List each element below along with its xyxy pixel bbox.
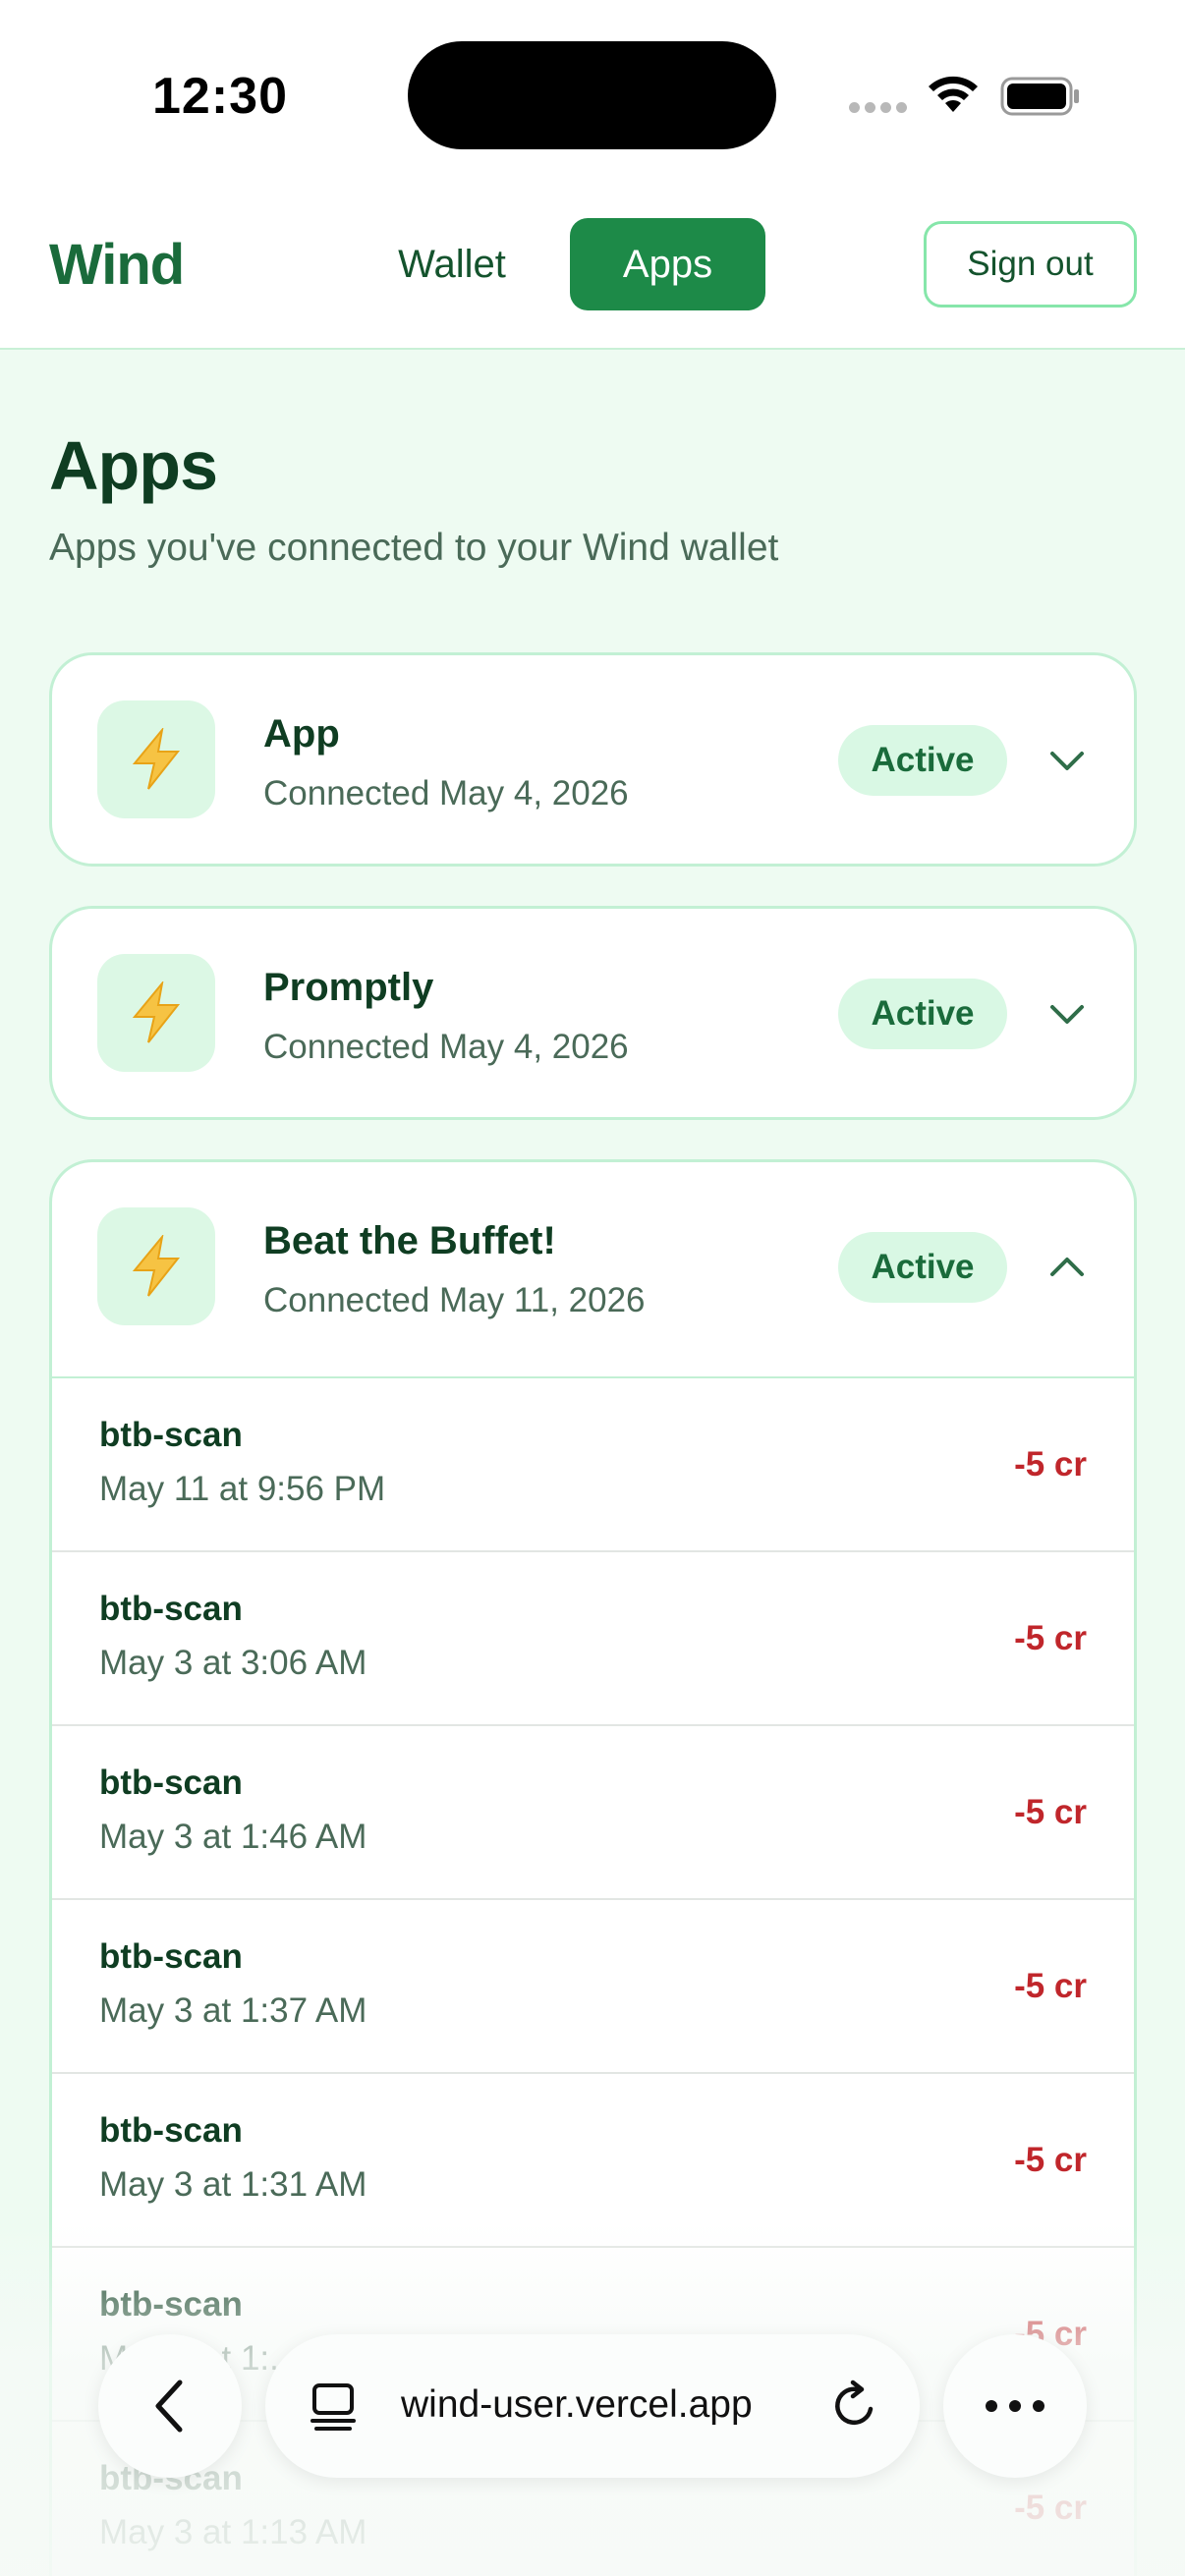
battery-icon <box>1000 77 1079 116</box>
usage-amount: -5 cr <box>1014 2141 1087 2179</box>
app-connected-date: Connected May 4, 2026 <box>263 774 629 812</box>
usage-time: May 3 at 1:31 AM <box>99 2165 367 2204</box>
usage-row: btb-scan May 3 at 1:37 AM -5 cr <box>52 1900 1134 2074</box>
chevron-down-icon <box>1050 752 1084 770</box>
app-name: Promptly <box>263 966 434 1009</box>
usage-amount: -5 cr <box>1014 2489 1087 2527</box>
app-icon <box>97 954 215 1072</box>
lightning-icon <box>132 1235 181 1297</box>
lightning-icon <box>132 728 181 790</box>
app-connected-date: Connected May 11, 2026 <box>263 1281 646 1319</box>
usage-name: btb-scan <box>99 2111 243 2150</box>
status-time: 12:30 <box>152 68 288 125</box>
expand-toggle[interactable] <box>1043 989 1092 1038</box>
usage-row: btb-scan May 11 at 9:56 PM -5 cr <box>52 1378 1134 1552</box>
usage-time: May 3 at 1:13 AM <box>99 2513 367 2551</box>
app-name: App <box>263 712 340 756</box>
usage-time: May 3 at 1:46 AM <box>99 1818 367 1856</box>
usage-amount: -5 cr <box>1014 1619 1087 1657</box>
app-card-app[interactable]: App Connected May 4, 2026 Active <box>49 652 1137 867</box>
wifi-icon <box>929 76 978 112</box>
dynamic-island <box>408 41 776 149</box>
lightning-icon <box>132 981 181 1043</box>
reload-icon[interactable] <box>827 2380 880 2433</box>
page-subtitle: Apps you've connected to your Wind walle… <box>49 527 779 569</box>
chevron-down-icon <box>1050 1005 1084 1024</box>
chevron-left-icon <box>155 2380 183 2433</box>
app-name: Beat the Buffet! <box>263 1219 556 1262</box>
status-bar: 12:30 <box>0 0 1185 196</box>
browser-address-bar[interactable]: wind-user.vercel.app <box>265 2334 920 2478</box>
usage-name: btb-scan <box>99 1937 243 1976</box>
app-connected-date: Connected May 4, 2026 <box>263 1028 629 1066</box>
app-icon <box>97 1207 215 1325</box>
app-card-header[interactable]: Promptly Connected May 4, 2026 Active <box>52 909 1134 1123</box>
top-nav: Wind Wallet Apps Sign out <box>0 196 1185 350</box>
usage-row: btb-scan May 3 at 3:06 AM -5 cr <box>52 1552 1134 1726</box>
page-title: Apps <box>49 427 218 504</box>
more-horizontal-icon <box>986 2400 1044 2412</box>
brand-logo[interactable]: Wind <box>49 232 185 298</box>
usage-time: May 3 at 1:37 AM <box>99 1991 367 2030</box>
usage-amount: -5 cr <box>1014 1793 1087 1831</box>
usage-name: btb-scan <box>99 1416 243 1454</box>
usage-name: btb-scan <box>99 1590 243 1628</box>
status-badge: Active <box>838 1232 1007 1303</box>
tab-wallet[interactable]: Wallet <box>364 218 540 310</box>
app-card-header[interactable]: Beat the Buffet! Connected May 11, 2026 … <box>52 1162 1134 1376</box>
expand-toggle[interactable] <box>1043 736 1092 785</box>
cellular-signal-icon <box>849 102 907 113</box>
usage-amount: -5 cr <box>1014 1967 1087 2005</box>
tab-apps[interactable]: Apps <box>570 218 765 310</box>
usage-amount: -5 cr <box>1014 1445 1087 1484</box>
usage-row: btb-scan May 3 at 1:46 AM -5 cr <box>52 1726 1134 1900</box>
browser-more-button[interactable] <box>943 2334 1087 2478</box>
usage-name: btb-scan <box>99 1764 243 1802</box>
chevron-up-icon <box>1050 1258 1084 1276</box>
collapse-toggle[interactable] <box>1043 1243 1092 1292</box>
wind-apps-page: 12:30 Wind Wallet Apps Sign out Apps App… <box>0 0 1185 2576</box>
app-card-promptly[interactable]: Promptly Connected May 4, 2026 Active <box>49 906 1137 1120</box>
usage-name: btb-scan <box>99 2285 243 2324</box>
status-badge: Active <box>838 725 1007 796</box>
browser-back-button[interactable] <box>98 2334 242 2478</box>
status-badge: Active <box>838 979 1007 1049</box>
usage-row: btb-scan May 3 at 1:31 AM -5 cr <box>52 2074 1134 2248</box>
app-icon <box>97 700 215 818</box>
sign-out-button[interactable]: Sign out <box>924 221 1137 308</box>
app-card-header[interactable]: App Connected May 4, 2026 Active <box>52 655 1134 869</box>
usage-time: May 3 at 3:06 AM <box>99 1644 367 1682</box>
address-url: wind-user.vercel.app <box>401 2383 753 2426</box>
tabs-icon <box>310 2383 356 2431</box>
usage-time: May 11 at 9:56 PM <box>99 1470 386 1508</box>
